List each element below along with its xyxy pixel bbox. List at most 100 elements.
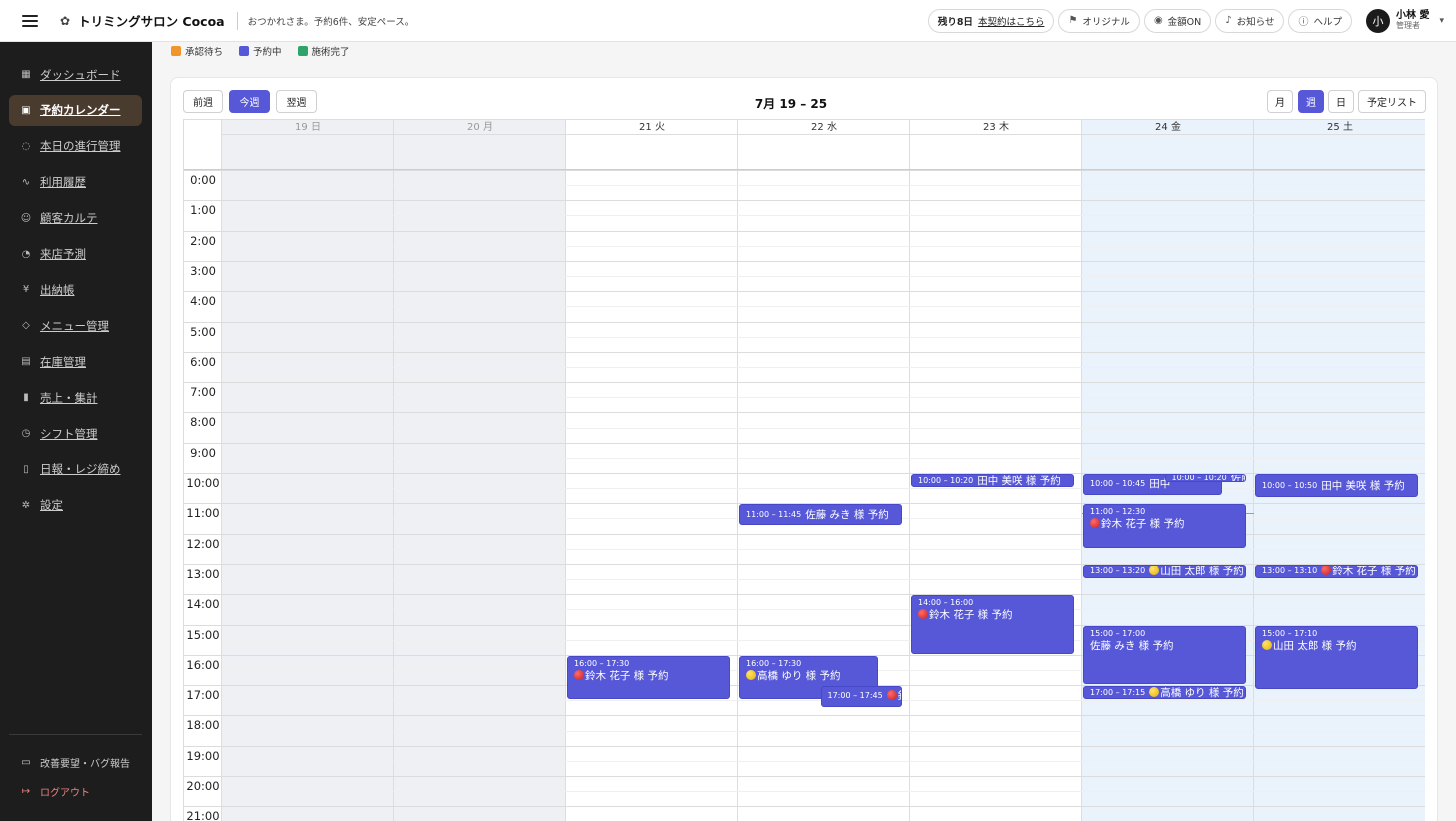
notice-label: お知らせ xyxy=(1236,16,1275,28)
appointment-event[interactable]: 13:00 – 13:20 山田 太郎 様 予約 xyxy=(1083,564,1246,579)
appointment-event[interactable]: 11:00 – 11:45 佐藤 みき 様 予約 xyxy=(739,504,902,526)
sidebar-item[interactable]: ▣ 予約カレンダー xyxy=(9,94,142,126)
event-title: 山田 太郎 様 予約 xyxy=(1262,638,1411,653)
appointment-event[interactable]: 10:00 – 10:50 田中 美咲 様 予約 xyxy=(1255,474,1418,498)
appointment-event[interactable]: 13:00 – 13:10 鈴木 花子 様 予約 xyxy=(1255,564,1418,579)
hour-line xyxy=(184,412,1425,414)
event-name: 高橋 ゆり 様 予約 xyxy=(757,669,841,682)
next-week-button[interactable]: 翌週 xyxy=(276,90,317,113)
hour-line xyxy=(184,745,1425,747)
hour-label: 1:00 xyxy=(190,203,216,218)
hour-label: 16:00 xyxy=(186,657,220,672)
appointment-event[interactable]: 17:00 – 17:45 鈴木 花子 様 予約 xyxy=(820,686,902,707)
hour-label: 6:00 xyxy=(190,354,216,369)
hour-label: 17:00 xyxy=(186,688,220,703)
sidebar-item-label: メニュー管理 xyxy=(40,318,109,333)
day-view-button[interactable]: 日 xyxy=(1328,90,1354,113)
half-hour-line xyxy=(222,215,1425,217)
event-name: 佐藤 xyxy=(1230,474,1245,482)
red-circle-icon xyxy=(918,609,928,620)
hour-line xyxy=(184,806,1425,808)
appointment-event[interactable]: 17:00 – 17:15 高橋 ゆり 様 予約 xyxy=(1083,686,1246,700)
feedback-link[interactable]: ▭ 改善要望・バグ報告 xyxy=(20,755,130,770)
red-circle-icon xyxy=(1090,518,1100,529)
hour-line xyxy=(184,382,1425,384)
event-time: 17:00 – 17:45 xyxy=(827,691,883,701)
help-button[interactable]: ⓘ ヘルプ xyxy=(1288,8,1352,33)
sidebar-item[interactable]: ▯ 日報・レジ締め xyxy=(9,454,142,485)
greeting-text: おつかれさま。予約6件、安定ペース。 xyxy=(247,16,415,28)
half-hour-line xyxy=(222,730,1425,732)
sidebar-item[interactable]: ∿ 利用履歴 xyxy=(9,167,142,198)
month-view-button[interactable]: 月 xyxy=(1267,90,1293,113)
appointment-event[interactable]: 10:00 – 10:20佐藤 xyxy=(1164,474,1246,482)
prev-week-button[interactable]: 前週 xyxy=(183,90,223,113)
day-header[interactable]: 19 日 xyxy=(222,120,394,135)
appointment-event[interactable]: 15:00 – 17:10 山田 太郎 様 予約 xyxy=(1255,625,1418,690)
day-header[interactable]: 25 土 xyxy=(1254,120,1425,135)
legend-label: 承認待ち xyxy=(185,47,224,58)
sidebar-item[interactable]: ✲ 設定 xyxy=(9,490,142,521)
sidebar-item[interactable]: ◔ 来店予測 xyxy=(9,239,142,270)
sidebar-item[interactable]: ▮ 売上・集計 xyxy=(9,382,142,413)
half-hour-line xyxy=(222,579,1425,581)
event-title: 佐藤 みき 様 予約 xyxy=(805,507,889,522)
tag-icon: ◇ xyxy=(22,320,30,332)
sidebar-item-label: 顧客カルテ xyxy=(40,211,98,226)
hour-label: 3:00 xyxy=(190,263,216,278)
hour-line xyxy=(184,321,1425,323)
avatar: 小 xyxy=(1365,8,1390,33)
bar-chart-icon: ▮ xyxy=(23,392,29,404)
appointment-event[interactable]: 15:00 – 17:00 佐藤 みき 様 予約 xyxy=(1083,625,1246,685)
sidebar-item[interactable]: ◷ シフト管理 xyxy=(9,418,142,449)
appointment-event[interactable]: 10:00 – 10:20 田中 美咲 様 予約 xyxy=(911,474,1074,488)
menu-icon[interactable] xyxy=(22,14,38,27)
schedule-list-button[interactable]: 予定リスト xyxy=(1358,90,1426,113)
sidebar-item-label: 日報・レジ締め xyxy=(40,462,121,477)
sidebar-item[interactable]: ¥ 出納帳 xyxy=(9,274,142,305)
sidebar-item[interactable]: ▦ ダッシュボード xyxy=(9,59,142,90)
hour-label: 0:00 xyxy=(190,173,216,187)
day-header[interactable]: 23 木 xyxy=(910,120,1082,135)
hour-label: 13:00 xyxy=(186,566,220,581)
sidebar-item[interactable]: ▤ 在庫管理 xyxy=(9,346,142,377)
progress-icon: ◌ xyxy=(21,140,31,152)
event-time: 10:00 – 10:20 xyxy=(918,475,974,485)
sidebar-item[interactable]: ☺ 顧客カルテ xyxy=(9,203,142,234)
day-header[interactable]: 21 火 xyxy=(566,120,738,135)
yellow-circle-icon xyxy=(1149,565,1160,576)
day-header[interactable]: 22 水 xyxy=(738,120,910,135)
this-week-button[interactable]: 今週 xyxy=(229,90,270,113)
original-button[interactable]: ⚑ オリジナル xyxy=(1058,8,1140,33)
half-hour-line xyxy=(222,488,1425,490)
yellow-circle-icon xyxy=(1149,687,1160,697)
paw-icon: ✿ xyxy=(60,13,71,28)
hour-label: 15:00 xyxy=(186,627,220,642)
event-title: 山田 太郎 様 予約 xyxy=(1149,565,1244,577)
event-time: 17:00 – 17:15 xyxy=(1090,687,1146,697)
sidebar-item[interactable]: ◇ メニュー管理 xyxy=(9,310,142,341)
event-time: 10:00 – 10:20 xyxy=(1171,474,1227,482)
week-view-button[interactable]: 週 xyxy=(1298,90,1324,113)
day-header[interactable]: 24 金 xyxy=(1082,120,1254,135)
appointment-event[interactable]: 11:00 – 12:30 鈴木 花子 様 予約 xyxy=(1083,504,1246,548)
legend-label: 施術完了 xyxy=(311,47,350,58)
hour-label: 12:00 xyxy=(186,536,220,551)
notice-button[interactable]: ♪ お知らせ xyxy=(1215,8,1285,33)
appointment-event[interactable]: 14:00 – 16:00 鈴木 花子 様 予約 xyxy=(911,595,1074,654)
logout-link[interactable]: ↦ ログアウト xyxy=(20,784,90,799)
yellow-circle-icon xyxy=(1262,639,1272,650)
yen-icon: ¥ xyxy=(22,284,30,296)
gear-icon: ✲ xyxy=(21,499,31,511)
day-header[interactable]: 20 月 xyxy=(394,120,566,135)
sidebar-item[interactable]: ◌ 本日の進行管理 xyxy=(9,131,142,162)
amount-toggle-button[interactable]: ◉ 金額ON xyxy=(1143,8,1212,33)
trial-pill: 残り8日 本契約はこちら xyxy=(927,8,1055,33)
half-hour-line xyxy=(222,457,1425,459)
appointment-event[interactable]: 16:00 – 17:30 鈴木 花子 様 予約 xyxy=(567,655,730,700)
contract-link[interactable]: 本契約はこちら xyxy=(978,14,1045,28)
event-time: 15:00 – 17:10 xyxy=(1262,628,1318,638)
flag-icon: ⚑ xyxy=(1068,15,1078,26)
calendar-icon: ▣ xyxy=(21,104,31,116)
user-menu[interactable]: 小 小林 愛 管理者 ▾ xyxy=(1365,8,1444,33)
